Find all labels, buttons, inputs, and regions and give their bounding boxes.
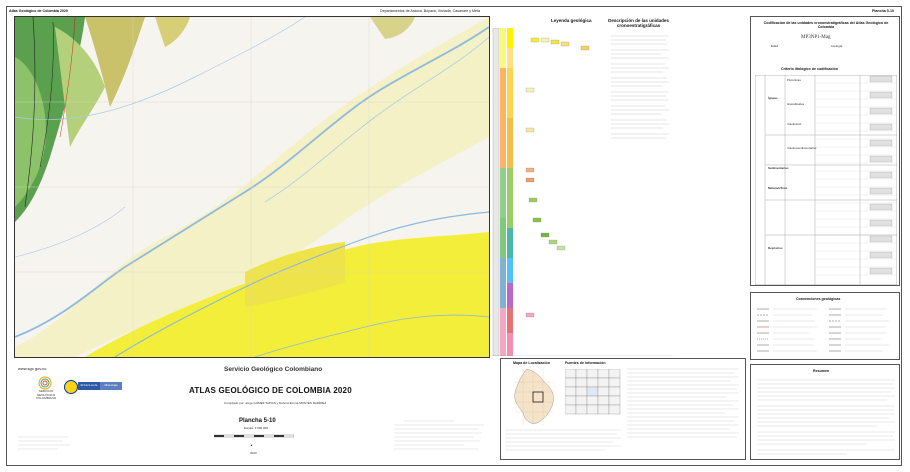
group-deposits: Depósitos xyxy=(768,246,783,250)
sheet-number: Plancha 5-10 xyxy=(239,418,276,424)
sub-volcanic: Volcánicas xyxy=(787,122,802,126)
year-label: 2020 xyxy=(250,451,257,455)
minenergia-badge: Minenergía xyxy=(100,382,122,390)
conventions-panel: Convenciones geológicas xyxy=(750,292,900,360)
title-block: www.sgc.gov.co Servicio Geológico Colomb… xyxy=(14,358,494,460)
scale-label: Escala: 1:500 000 xyxy=(244,426,269,430)
location-panel: Mapa de Localización Fuentes de informac… xyxy=(500,358,746,460)
lithology-label: Litología xyxy=(831,44,843,48)
group-igneous: Ígneas xyxy=(768,96,778,100)
scale-bar xyxy=(214,434,294,438)
colombia-location-map xyxy=(514,368,554,425)
website-link[interactable]: www.sgc.gov.co xyxy=(18,366,46,371)
criteria-title: Criterio litológico de codificación xyxy=(781,67,838,71)
conventions-symbols xyxy=(757,308,889,352)
summary-title: Resumen xyxy=(813,369,830,373)
bibliographic-notes xyxy=(394,420,484,450)
header-left-title: Atlas Geológico de Colombia 2020 xyxy=(9,9,68,13)
classification-title: Codificación de las unidades cronoestrat… xyxy=(763,21,889,29)
units-description-title: Descripción de las unidades cronoestrati… xyxy=(608,18,669,28)
sub-plutonic: Plutónicas xyxy=(787,78,801,82)
sources-title: Fuentes de información xyxy=(565,361,606,365)
location-notes-block xyxy=(505,429,621,451)
atlas-title: ATLAS GEOLÓGICO DE COLOMBIA 2020 xyxy=(189,386,352,395)
agency-name: Servicio Geológico Colombiano xyxy=(224,366,323,373)
credits-block xyxy=(18,436,70,450)
age-label: Edad xyxy=(771,44,779,48)
sgc-logo-text: SERVICIO GEOLÓGICO COLOMBIANO xyxy=(34,389,58,401)
sub-hypabyssal: Hipoabisales xyxy=(787,102,805,106)
classification-panel: Codificación de las unidades cronoestrat… xyxy=(750,16,900,286)
legend-column: Leyenda geológica Descripción de las uni… xyxy=(491,16,673,356)
group-sedimentary: Sedimentarias xyxy=(768,166,789,170)
legend-title: Leyenda geológica xyxy=(551,18,592,23)
group-metamorphic: Metamórficas xyxy=(768,186,788,190)
classification-table xyxy=(755,75,897,285)
sgc-logo-icon xyxy=(38,376,52,390)
summary-panel: Resumen xyxy=(750,364,900,460)
location-title: Mapa de Localización xyxy=(513,361,550,365)
conventions-title: Convenciones geológicas xyxy=(796,297,841,301)
example-code: MP3NP1-Mag xyxy=(801,35,831,40)
header-right-title: Plancha 5-10 xyxy=(872,9,894,13)
north-arrow-icon: ▲ xyxy=(250,443,253,447)
geologic-map[interactable] xyxy=(14,16,490,358)
summary-text-block xyxy=(757,379,895,455)
legend-chart xyxy=(491,28,673,356)
logo-line-3: COLOMBIANO xyxy=(35,396,57,401)
sub-volcanosedimentary: Volcanosedimentarias xyxy=(787,146,817,150)
sources-index-grid xyxy=(565,369,621,415)
ministry-badge: El futuro es de todos xyxy=(78,382,100,395)
sources-text-block xyxy=(627,368,739,438)
header-center-title: Departamentos de Arauca, Boyacá, Vichada… xyxy=(380,9,481,13)
map-svg xyxy=(15,17,489,357)
colombia-seal-icon xyxy=(64,380,78,394)
compiled-by: Compilado por: Jorge GÓMEZ TAPIAS y Noho… xyxy=(224,401,327,405)
